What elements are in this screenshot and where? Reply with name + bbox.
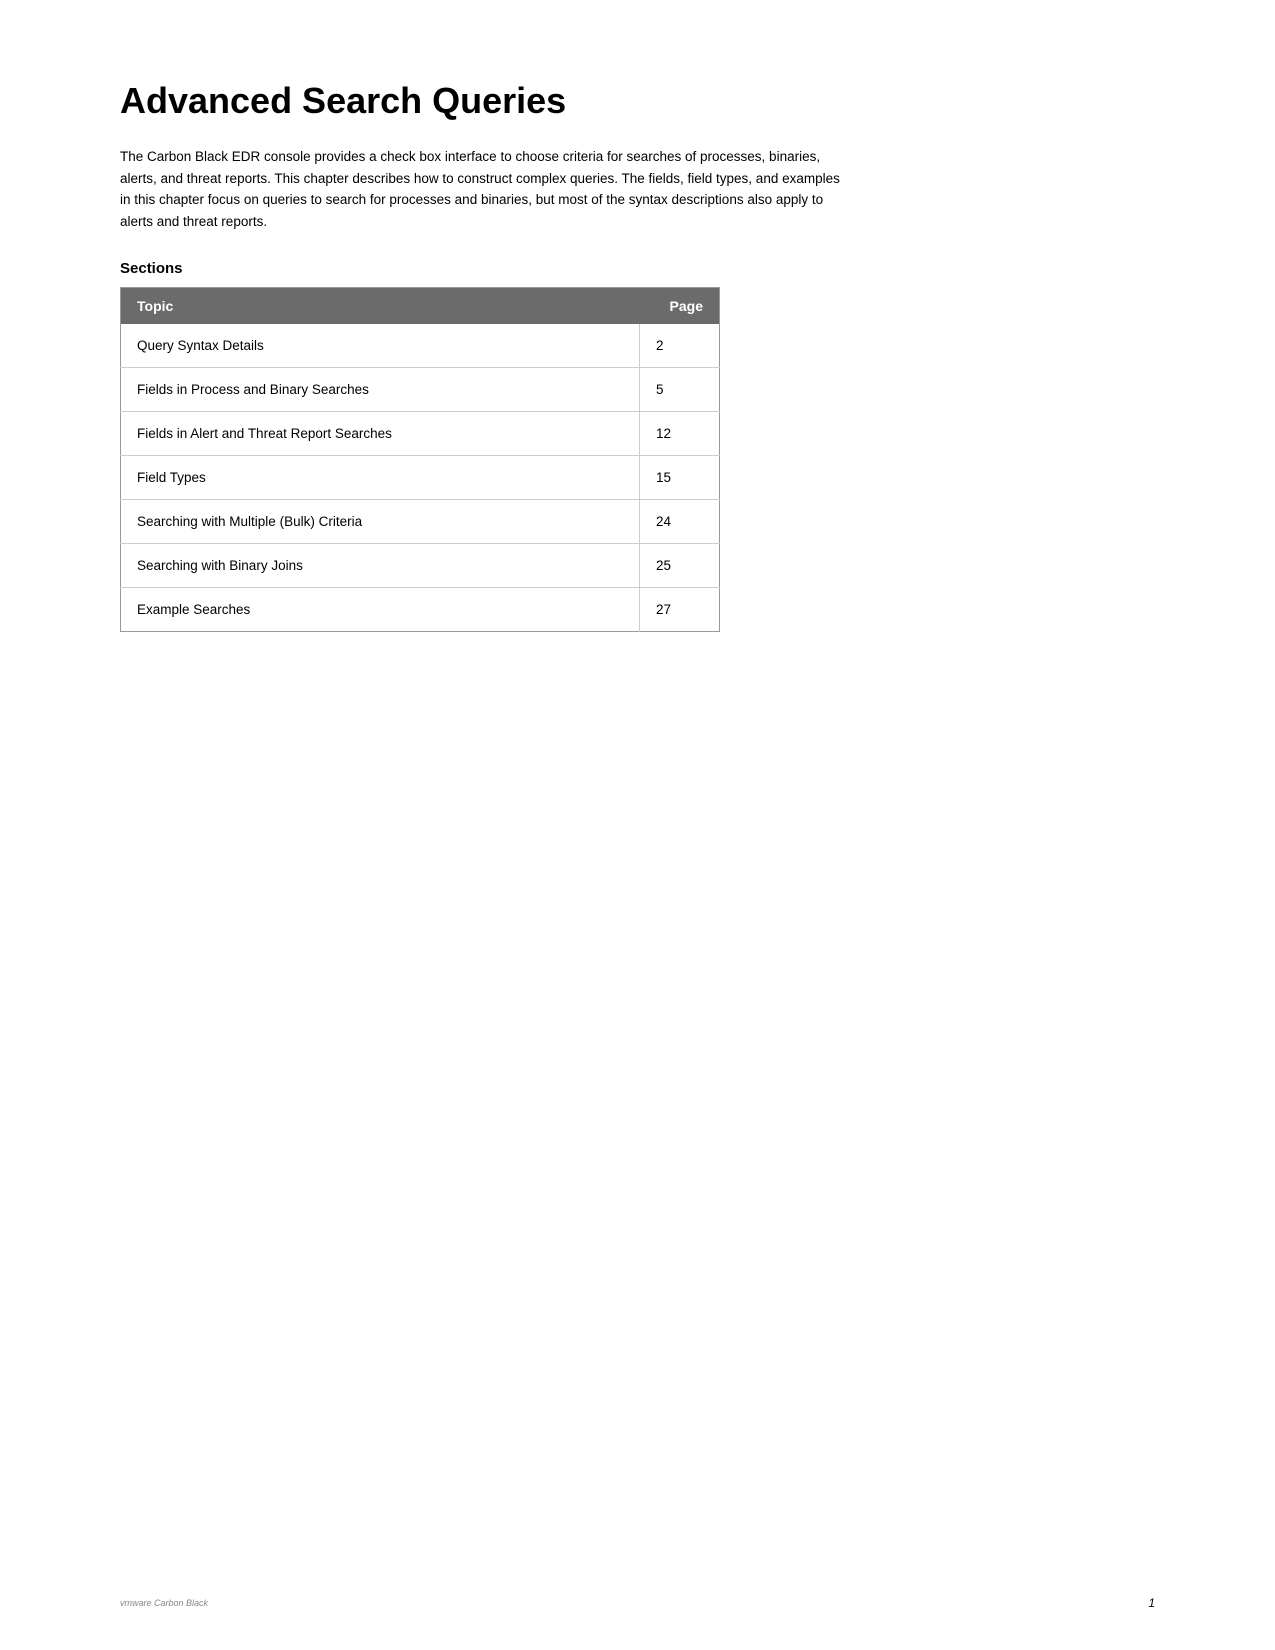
table-cell-topic: Example Searches [121,588,640,632]
table-row: Fields in Alert and Threat Report Search… [121,412,720,456]
topic-column-header: Topic [121,288,640,325]
page-footer: vmware Carbon Black 1 [0,1596,1275,1610]
table-cell-page: 25 [640,544,720,588]
table-row: Example Searches27 [121,588,720,632]
table-cell-page: 5 [640,368,720,412]
sections-label: Sections [120,260,1155,277]
table-row: Fields in Process and Binary Searches5 [121,368,720,412]
footer-page-number: 1 [1148,1596,1155,1610]
table-cell-page: 12 [640,412,720,456]
intro-paragraph: The Carbon Black EDR console provides a … [120,146,840,232]
table-row: Query Syntax Details2 [121,324,720,368]
table-row: Searching with Multiple (Bulk) Criteria2… [121,500,720,544]
table-cell-page: 2 [640,324,720,368]
table-row: Field Types15 [121,456,720,500]
table-row: Searching with Binary Joins25 [121,544,720,588]
table-cell-topic: Fields in Alert and Threat Report Search… [121,412,640,456]
table-header-row: Topic Page [121,288,720,325]
page-title: Advanced Search Queries [120,80,1155,122]
table-cell-page: 27 [640,588,720,632]
table-cell-topic: Fields in Process and Binary Searches [121,368,640,412]
table-cell-topic: Searching with Multiple (Bulk) Criteria [121,500,640,544]
page-container: Advanced Search Queries The Carbon Black… [0,0,1275,1650]
table-cell-page: 15 [640,456,720,500]
table-cell-page: 24 [640,500,720,544]
table-cell-topic: Searching with Binary Joins [121,544,640,588]
table-cell-topic: Query Syntax Details [121,324,640,368]
footer-logo: vmware Carbon Black [120,1598,208,1608]
toc-table: Topic Page Query Syntax Details2Fields i… [120,287,720,632]
table-cell-topic: Field Types [121,456,640,500]
page-column-header: Page [640,288,720,325]
